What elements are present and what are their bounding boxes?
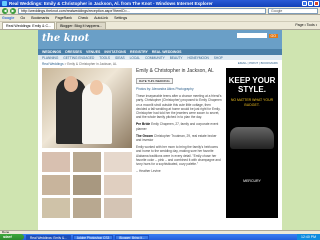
subnav-local[interactable]: LOCAL — [130, 56, 140, 60]
url-input[interactable]: http://weddings.theknot.com/realweddings… — [18, 7, 266, 14]
article-signature: -- Heather Levine — [136, 169, 161, 174]
address-bar: ◀ ▶ http://weddings.theknot.com/realwedd… — [0, 7, 320, 15]
groom-face — [64, 76, 78, 92]
minimize-button[interactable] — [302, 1, 307, 6]
site-search-input[interactable] — [236, 33, 267, 38]
tab-strip: Real Weddings: Emily & C... Blogger: Blo… — [0, 22, 320, 30]
search-input[interactable]: Google — [268, 7, 318, 14]
nav-real-weddings[interactable]: REAL WEDDINGS — [152, 50, 182, 54]
forward-arrow-icon[interactable]: ▶ — [10, 7, 16, 14]
groom-info: The Groom Christopher Troutman, 29, real… — [136, 134, 222, 142]
toolbar-item-pagerank[interactable]: PageRank — [55, 16, 72, 20]
subnav-engaged[interactable]: GETTING ENGAGED — [63, 56, 94, 60]
article-body: Emily & Christopher in Jackson, AL RATE … — [136, 68, 222, 228]
window-controls — [302, 1, 319, 6]
subnav-shop[interactable]: SHOP — [214, 56, 223, 60]
taskbar: start Real Weddings: Emily &... Adobe Ph… — [0, 234, 320, 240]
site-search: GO — [236, 33, 278, 38]
article-actions[interactable]: EMAIL | PRINT | BOOKMARK — [238, 61, 278, 65]
system-clock: 12:40 PM — [297, 234, 320, 240]
subnav-honeymoon[interactable]: HONEYMOON — [188, 56, 209, 60]
toolbar-item-go[interactable]: Go — [20, 16, 25, 20]
nav-dresses[interactable]: DRESSES — [65, 50, 82, 54]
thumbnail[interactable] — [42, 175, 70, 195]
bride-face — [90, 80, 103, 95]
thumbnail[interactable] — [104, 152, 132, 172]
tab-blogger[interactable]: Blogger: Blog it happens... — [56, 22, 107, 29]
toolbar-item-settings[interactable]: Settings — [114, 16, 127, 20]
site-container: the knot GO WEDDINGS DRESSES VENUES INVI… — [38, 30, 282, 230]
command-bar[interactable]: Page • Tools • — [295, 22, 320, 29]
car-image — [230, 127, 274, 149]
window-titlebar: Real Weddings: Emily & Christopher in Ja… — [0, 0, 320, 7]
google-toolbar-logo: Google — [2, 16, 15, 20]
subnav-tools[interactable]: TOOLS — [99, 56, 110, 60]
photo-credit[interactable]: Photos by: Alexandra Akins Photography — [136, 87, 222, 91]
thumbnail[interactable] — [42, 152, 70, 172]
subnav-community[interactable]: COMMUNITY — [145, 56, 165, 60]
taskbar-item-photoshop[interactable]: Adobe Photoshop CS3 — [72, 234, 114, 240]
main-wedding-photo[interactable] — [42, 68, 132, 148]
site-search-button[interactable]: GO — [268, 33, 278, 38]
subnav-beauty[interactable]: BEAUTY — [170, 56, 183, 60]
ad-brand: MERCURY — [243, 179, 261, 183]
window-title: Real Weddings: Emily & Christopher in Ja… — [9, 1, 213, 6]
thumbnail[interactable] — [42, 198, 70, 218]
nav-weddings[interactable]: WEDDINGS — [42, 50, 61, 54]
breadcrumb-link[interactable]: Real Weddings — [42, 62, 64, 66]
tab-real-weddings[interactable]: Real Weddings: Emily & C... — [2, 22, 56, 29]
article-paragraph: Emily worked with her mom to bring the f… — [136, 145, 221, 167]
thumbnail[interactable] — [73, 152, 101, 172]
subnav-ideas[interactable]: IDEAS — [115, 56, 125, 60]
taskbar-item-ie[interactable]: Real Weddings: Emily &... — [26, 234, 71, 240]
rate-wedding-button[interactable]: RATE THIS WEDDING — [136, 78, 173, 84]
subnav-planning[interactable]: PLANNING — [42, 56, 58, 60]
toolbar-item-bookmarks[interactable]: Bookmarks — [31, 16, 49, 20]
site-logo[interactable]: the knot — [42, 33, 89, 44]
ad-subline: NO MATTER WHAT YOUR BUDGET. — [230, 98, 274, 107]
google-toolbar: Google Go Bookmarks PageRank Check AutoL… — [0, 15, 320, 22]
thumbnail[interactable] — [73, 198, 101, 218]
thumbnail-grid — [42, 152, 132, 218]
web-page: the knot GO WEDDINGS DRESSES VENUES INVI… — [0, 30, 320, 230]
nav-venues[interactable]: VENUES — [86, 50, 100, 54]
toolbar-item-check[interactable]: Check — [78, 16, 88, 20]
ie-icon — [2, 1, 7, 6]
thumbnail[interactable] — [73, 175, 101, 195]
back-arrow-icon[interactable]: ◀ — [2, 7, 8, 14]
bride-info: Pre Bride Emily Chapmen, 27, family and … — [136, 122, 222, 130]
advertisement[interactable]: KEEP YOUR STYLE. NO MATTER WHAT YOUR BUD… — [226, 68, 278, 218]
breadcrumb-current: Emily & Christopher in Jackson, AL — [67, 62, 117, 66]
start-button[interactable]: start — [0, 234, 24, 240]
maximize-button[interactable] — [308, 1, 313, 6]
thumbnail[interactable] — [104, 198, 132, 218]
toolbar-item-autolink[interactable]: AutoLink — [94, 16, 108, 20]
ad-headline: KEEP YOUR STYLE. — [228, 76, 276, 94]
nav-invitations[interactable]: INVITATIONS — [104, 50, 126, 54]
taskbar-item-blogger[interactable]: Blogger: Bring it... — [115, 234, 149, 240]
article-paragraph: These inseparable teens after a chance m… — [136, 94, 222, 120]
thumbnail[interactable] — [104, 175, 132, 195]
photo-gallery — [42, 68, 132, 223]
article-title: Emily & Christopher in Jackson, AL — [136, 68, 214, 74]
close-button[interactable] — [314, 1, 319, 6]
site-header: the knot GO — [38, 30, 282, 49]
nav-registry[interactable]: REGISTRY — [130, 50, 148, 54]
